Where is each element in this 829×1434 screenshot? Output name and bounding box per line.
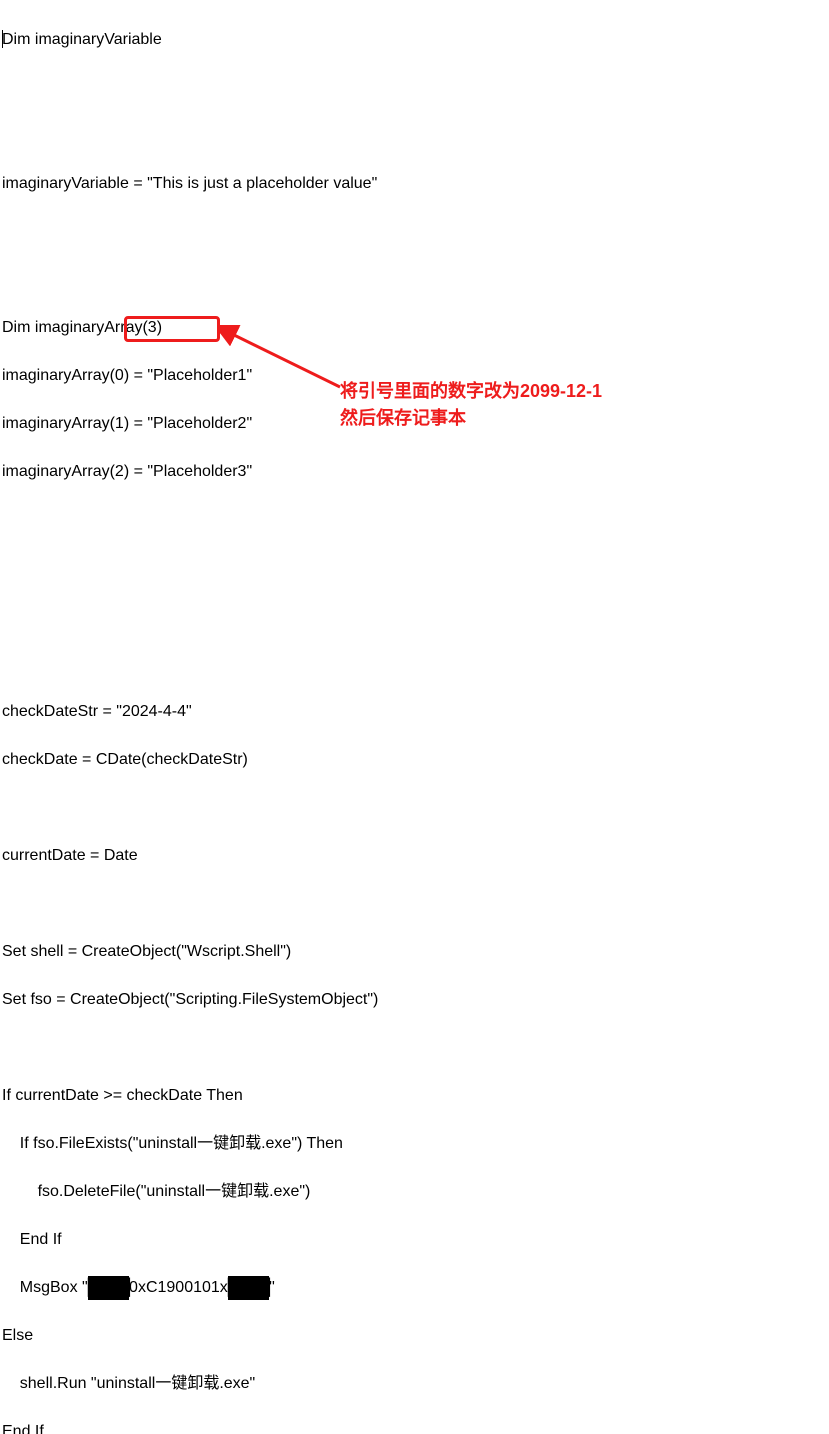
code-line: fso.DeleteFile("uninstall一键卸载.exe") — [2, 1180, 827, 1204]
code-line: currentDate = Date — [2, 844, 827, 868]
code-line: End If — [2, 1420, 827, 1434]
code-line: If currentDate >= checkDate Then — [2, 1084, 827, 1108]
code-line — [2, 124, 827, 148]
code-line — [2, 76, 827, 100]
code-line — [2, 556, 827, 580]
code-line: MsgBox "████0xC1900101x████" — [2, 1276, 827, 1300]
code-line: imaginaryArray(2) = "Placeholder3" — [2, 460, 827, 484]
code-line — [2, 892, 827, 916]
code-line: checkDate = CDate(checkDateStr) — [2, 748, 827, 772]
code-line: Set fso = CreateObject("Scripting.FileSy… — [2, 988, 827, 1012]
code-line — [2, 268, 827, 292]
code-line: checkDateStr = "2024-4-4" — [2, 700, 827, 724]
redacted-block: ████ — [228, 1276, 269, 1300]
code-line: Dim imaginaryArray(3) — [2, 316, 827, 340]
code-line: Else — [2, 1324, 827, 1348]
annotation-text: 将引号里面的数字改为2099-12-1 然后保存记事本 — [340, 378, 602, 432]
code-line: imaginaryVariable = "This is just a plac… — [2, 172, 827, 196]
code-line: Set shell = CreateObject("Wscript.Shell"… — [2, 940, 827, 964]
code-line — [2, 652, 827, 676]
code-line: shell.Run "uninstall一键卸载.exe" — [2, 1372, 827, 1396]
code-line: If fso.FileExists("uninstall一键卸载.exe") T… — [2, 1132, 827, 1156]
annotation-line-1: 将引号里面的数字改为2099-12-1 — [340, 378, 602, 405]
code-line — [2, 220, 827, 244]
highlighted-date-value[interactable]: "2024-4-4" — [116, 703, 191, 720]
code-line — [2, 1036, 827, 1060]
code-line — [2, 508, 827, 532]
redacted-block: ████ — [88, 1276, 129, 1300]
code-editor-content[interactable]: Dim imaginaryVariable imaginaryVariable … — [0, 0, 829, 1434]
annotation-line-2: 然后保存记事本 — [340, 405, 602, 432]
code-line — [2, 604, 827, 628]
code-line: Dim imaginaryVariable — [2, 28, 827, 52]
code-line: End If — [2, 1228, 827, 1252]
code-line — [2, 796, 827, 820]
